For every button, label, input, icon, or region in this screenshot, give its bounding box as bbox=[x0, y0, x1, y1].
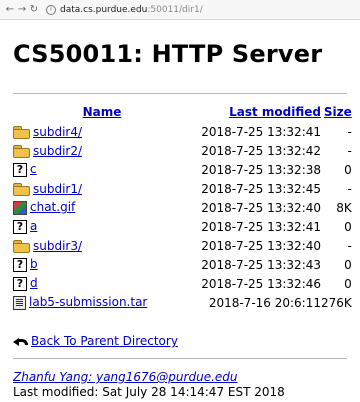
entry-link[interactable]: subdir3/ bbox=[33, 239, 82, 253]
table-row: subdir2/ 2018-7-25 13:32:42 - bbox=[13, 141, 352, 160]
bottom-divider bbox=[13, 358, 347, 359]
page-footer: Zhanfu Yang: yang1676@purdue.edu Last mo… bbox=[13, 370, 285, 400]
modified-cell: 2018-7-25 13:32:42 bbox=[201, 143, 321, 158]
entry-link[interactable]: subdir4/ bbox=[33, 125, 82, 139]
unknown-file-icon: ? bbox=[13, 219, 27, 234]
reload-icon[interactable]: ↻ bbox=[28, 4, 40, 15]
info-icon[interactable]: i bbox=[46, 4, 56, 15]
name-cell: subdir4/ bbox=[13, 122, 191, 141]
last-modified-text: Last modified: Sat July 28 14:14:47 EST … bbox=[13, 385, 285, 399]
modified-cell: 2018-7-25 13:32:46 bbox=[201, 276, 321, 291]
folder-icon bbox=[13, 183, 30, 196]
size-cell: - bbox=[347, 143, 352, 158]
sort-by-modified-link[interactable]: Last modified bbox=[229, 105, 321, 119]
name-cell: ? b bbox=[13, 255, 191, 274]
table-row: subdir4/ 2018-7-25 13:32:41 - bbox=[13, 122, 352, 141]
url-host: data.cs.purdue.edu bbox=[60, 4, 148, 15]
browser-toolbar: ← → ↻ i data.cs.purdue.edu:50011/dir1/ bbox=[0, 0, 360, 20]
name-cell: chat.gif bbox=[13, 198, 191, 217]
size-cell: 0 bbox=[344, 219, 352, 234]
back-to-parent-row: Back To Parent Directory bbox=[13, 334, 178, 348]
entry-link[interactable]: a bbox=[30, 219, 37, 233]
unknown-file-icon: ? bbox=[13, 257, 27, 272]
header-row: Name Last modified Size bbox=[13, 102, 352, 122]
size-cell: - bbox=[347, 181, 352, 196]
table-row: ? c 2018-7-25 13:32:38 0 bbox=[13, 160, 352, 179]
back-to-parent-link[interactable]: Back To Parent Directory bbox=[31, 334, 178, 348]
name-cell: ? d bbox=[13, 274, 191, 293]
table-row: subdir3/ 2018-7-25 13:32:40 - bbox=[13, 236, 352, 255]
unknown-file-icon: ? bbox=[13, 276, 27, 291]
modified-cell: 2018-7-25 13:32:45 bbox=[201, 181, 321, 196]
modified-cell: 2018-7-25 13:32:40 bbox=[201, 238, 321, 253]
size-cell: 0 bbox=[344, 162, 352, 177]
entry-link[interactable]: subdir1/ bbox=[33, 182, 82, 196]
unknown-file-icon: ? bbox=[13, 162, 27, 177]
size-cell: 276K bbox=[321, 295, 352, 310]
name-cell: subdir3/ bbox=[13, 236, 191, 255]
size-cell: - bbox=[347, 238, 352, 253]
modified-cell: 2018-7-25 13:32:41 bbox=[201, 124, 321, 139]
back-arrow-icon[interactable]: ← bbox=[4, 4, 16, 15]
modified-cell: 2018-7-25 13:32:43 bbox=[201, 257, 321, 272]
url-path: :50011/dir1/ bbox=[147, 4, 203, 15]
size-cell: 0 bbox=[344, 257, 352, 272]
name-cell: subdir2/ bbox=[13, 141, 191, 160]
address-bar[interactable]: i data.cs.purdue.edu:50011/dir1/ bbox=[46, 4, 203, 15]
modified-cell: 2018-7-25 13:32:40 bbox=[201, 200, 321, 215]
entry-link[interactable]: chat.gif bbox=[30, 200, 75, 214]
folder-icon bbox=[13, 126, 30, 139]
folder-icon bbox=[13, 145, 30, 158]
name-column-header[interactable]: Name bbox=[13, 102, 191, 122]
modified-cell: 2018-7-16 20:6:11 bbox=[208, 295, 321, 310]
name-cell: ? a bbox=[13, 217, 191, 236]
image-file-icon bbox=[13, 200, 27, 215]
tar-archive-icon bbox=[13, 295, 26, 310]
entry-link[interactable]: d bbox=[30, 276, 38, 290]
entry-link[interactable]: subdir2/ bbox=[33, 144, 82, 158]
page-title: CS50011: HTTP Server bbox=[13, 40, 323, 68]
name-cell: lab5-submission.tar bbox=[13, 293, 191, 312]
table-row: chat.gif 2018-7-25 13:32:40 8K bbox=[13, 198, 352, 217]
forward-arrow-icon[interactable]: → bbox=[16, 4, 28, 15]
top-divider bbox=[13, 93, 347, 94]
directory-listing: Name Last modified Size subdir4/ 2018-7-… bbox=[13, 102, 352, 312]
size-column-header[interactable]: Size bbox=[321, 102, 352, 122]
size-cell: - bbox=[347, 124, 352, 139]
entry-link[interactable]: b bbox=[30, 257, 38, 271]
name-cell: subdir1/ bbox=[13, 179, 191, 198]
size-cell: 8K bbox=[336, 200, 352, 215]
modified-column-header[interactable]: Last modified bbox=[191, 102, 321, 122]
table-row: ? d 2018-7-25 13:32:46 0 bbox=[13, 274, 352, 293]
sort-by-name-link[interactable]: Name bbox=[83, 105, 122, 119]
folder-icon bbox=[13, 240, 30, 253]
modified-cell: 2018-7-25 13:32:38 bbox=[201, 162, 321, 177]
name-cell: ? c bbox=[13, 160, 191, 179]
entry-link[interactable]: lab5-submission.tar bbox=[29, 295, 147, 309]
table-row: lab5-submission.tar 2018-7-16 20:6:11 27… bbox=[13, 293, 352, 312]
table-row: ? a 2018-7-25 13:32:41 0 bbox=[13, 217, 352, 236]
modified-cell: 2018-7-25 13:32:41 bbox=[201, 219, 321, 234]
sort-by-size-link[interactable]: Size bbox=[324, 105, 352, 119]
size-cell: 0 bbox=[344, 276, 352, 291]
table-row: ? b 2018-7-25 13:32:43 0 bbox=[13, 255, 352, 274]
table-row: subdir1/ 2018-7-25 13:32:45 - bbox=[13, 179, 352, 198]
author-email-link[interactable]: Zhanfu Yang: yang1676@purdue.edu bbox=[13, 370, 238, 384]
entry-link[interactable]: c bbox=[30, 162, 37, 176]
back-arrow-icon bbox=[13, 335, 28, 348]
